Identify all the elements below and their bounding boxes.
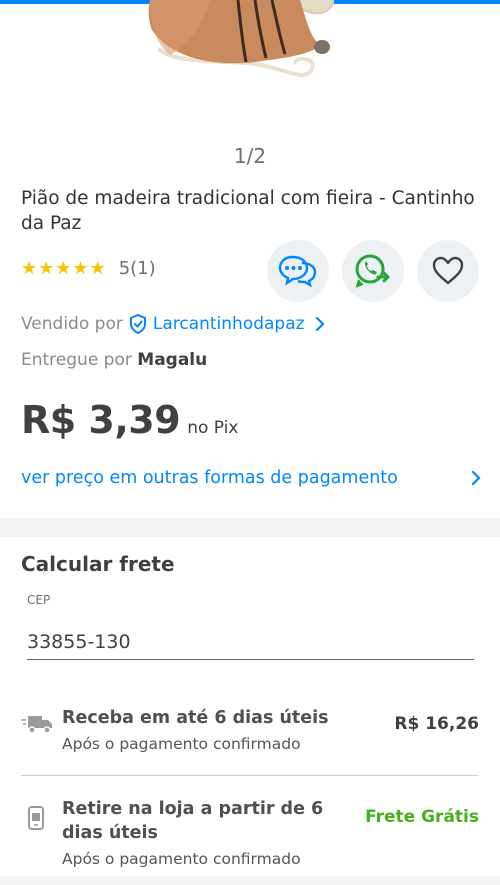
delivery-option-price: R$ 16,26	[394, 714, 479, 734]
delivery-option-title: Receba em até 6 dias úteis	[62, 708, 329, 728]
pickup-option-price: Frete Grátis	[365, 807, 479, 827]
star-icon: ★	[72, 257, 89, 279]
star-icon: ★	[38, 257, 55, 279]
delivery-prefix: Entregue por	[21, 350, 132, 370]
store-pickup-icon	[28, 806, 44, 830]
chevron-right-icon	[315, 316, 325, 332]
price-block: R$ 3,39 no Pix	[21, 398, 238, 442]
rating-stars: ★ ★ ★ ★ ★	[21, 257, 106, 279]
star-icon: ★	[21, 257, 38, 279]
other-payment-methods-label: ver preço em outras formas de pagamento	[21, 468, 398, 488]
cep-input[interactable]	[27, 624, 474, 660]
seller-info: Vendido por Larcantinhodapaz	[21, 314, 331, 334]
pickup-option-title-line1: Retire na loja a partir de 6	[62, 799, 324, 819]
rating-count: 5(1)	[118, 258, 156, 279]
pickup-option-title-line2: dias úteis	[62, 823, 158, 843]
whatsapp-share-button[interactable]	[342, 240, 404, 302]
chat-button[interactable]	[267, 240, 329, 302]
price-suffix: no Pix	[187, 418, 239, 438]
star-icon: ★	[55, 257, 72, 279]
section-divider	[0, 876, 500, 885]
whatsapp-share-icon	[355, 254, 390, 288]
spinning-top-illustration	[148, 0, 335, 77]
chat-bubble-icon	[278, 255, 317, 288]
favorite-button[interactable]	[417, 240, 479, 302]
price-value: R$ 3,39	[21, 398, 181, 442]
shipping-option-delivery[interactable]: Receba em até 6 dias úteis Após o pagame…	[21, 706, 479, 766]
seller-link[interactable]: Larcantinhodapaz	[129, 314, 331, 334]
image-pager: 1/2	[233, 144, 267, 168]
seller-prefix: Vendido por	[21, 314, 123, 334]
heart-icon	[432, 256, 464, 285]
chevron-right-icon	[471, 470, 481, 486]
delivery-option-subtitle: Após o pagamento confirmado	[62, 735, 301, 753]
star-icon: ★	[89, 257, 106, 279]
pickup-option-subtitle: Após o pagamento confirmado	[62, 850, 301, 868]
delivery-info: Entregue por Magalu	[21, 350, 207, 370]
truck-icon	[21, 716, 52, 734]
delivery-carrier: Magalu	[137, 350, 208, 370]
cep-label: CEP	[27, 593, 51, 607]
product-rating[interactable]: ★ ★ ★ ★ ★ 5(1)	[21, 258, 156, 279]
other-payment-methods-link[interactable]: ver preço em outras formas de pagamento	[21, 468, 481, 488]
product-title: Pião de madeira tradicional com fieira -…	[21, 188, 475, 234]
shipping-option-pickup[interactable]: Retire na loja a partir de 6 dias úteis …	[21, 797, 479, 872]
product-image[interactable]	[0, 0, 500, 140]
section-divider	[0, 518, 500, 537]
seller-name: Larcantinhodapaz	[152, 314, 305, 334]
shipping-title: Calcular frete	[21, 552, 175, 576]
shield-check-icon	[129, 314, 146, 334]
option-divider	[21, 775, 479, 776]
